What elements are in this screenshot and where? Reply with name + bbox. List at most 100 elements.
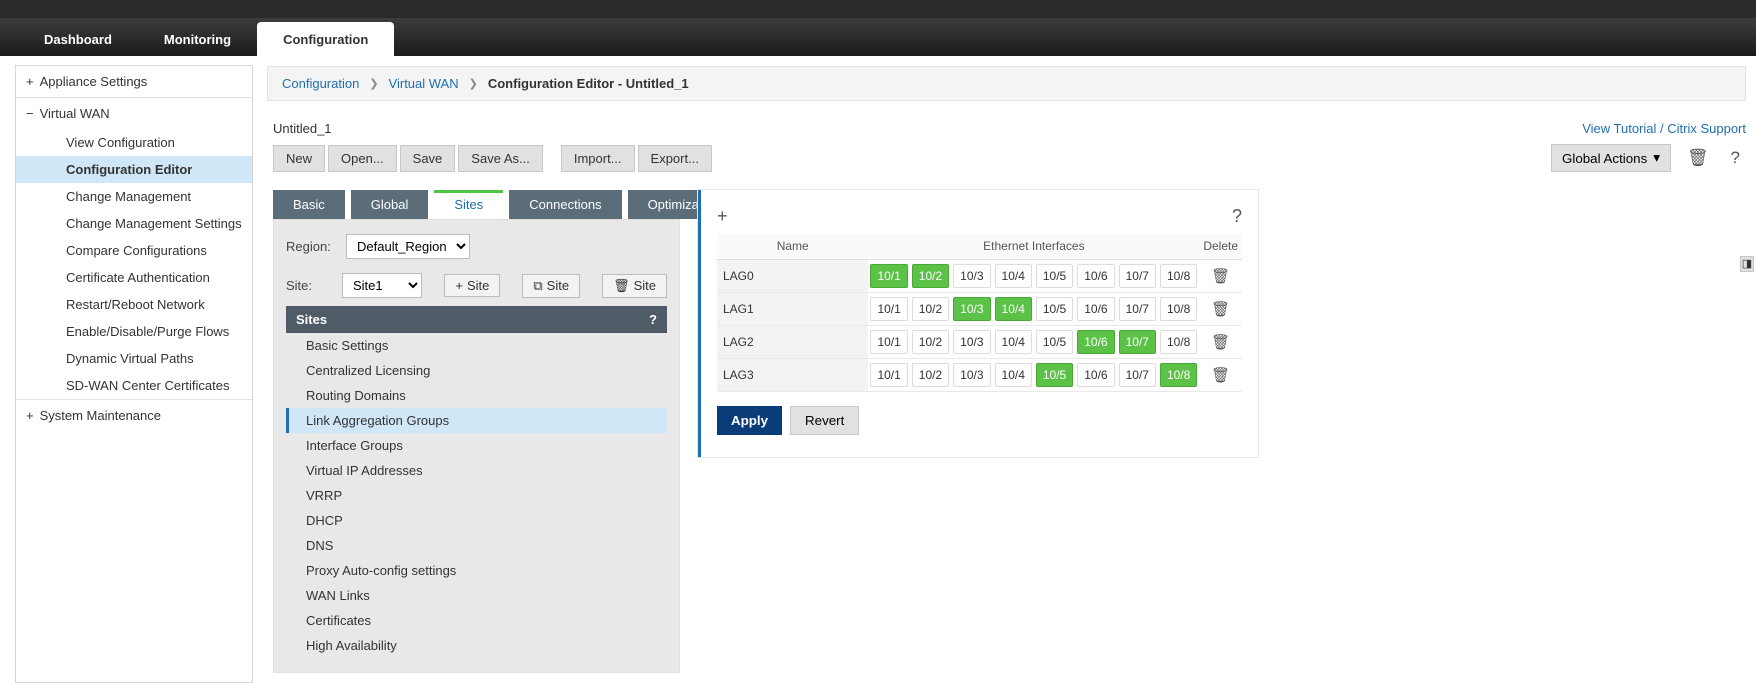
eth-toggle[interactable]: 10/6 — [1077, 264, 1114, 288]
trash-icon[interactable]: 🗑 — [1681, 144, 1715, 172]
sidebar-appliance-settings[interactable]: + Appliance Settings — [16, 66, 252, 97]
eth-toggle[interactable]: 10/7 — [1119, 363, 1156, 387]
tab-configuration[interactable]: Configuration — [257, 22, 394, 56]
top-gradient-bar — [0, 0, 1756, 18]
breadcrumb-configuration[interactable]: Configuration — [282, 76, 359, 91]
plus-icon: + — [26, 74, 34, 89]
eth-toggle[interactable]: 10/8 — [1160, 297, 1197, 321]
export-button[interactable]: Export... — [638, 145, 712, 172]
region-select[interactable]: Default_Region — [346, 234, 470, 259]
ed-tab-basic[interactable]: Basic — [273, 190, 345, 219]
clone-site-button[interactable]: ⧉Site — [522, 274, 580, 298]
trash-icon[interactable]: 🗑 — [1211, 301, 1230, 318]
table-row: LAG110/110/210/310/410/510/610/710/8🗑 — [717, 293, 1242, 326]
eth-toggle[interactable]: 10/2 — [912, 264, 949, 288]
eth-toggle[interactable]: 10/3 — [953, 330, 990, 354]
sidebar-item-view-configuration[interactable]: View Configuration — [16, 129, 252, 156]
eth-toggle[interactable]: 10/5 — [1036, 330, 1073, 354]
button-label: Site — [634, 278, 656, 293]
sidebar-system-maintenance[interactable]: + System Maintenance — [16, 399, 252, 431]
eth-toggle[interactable]: 10/2 — [912, 330, 949, 354]
sidebar-item-change-management[interactable]: Change Management — [16, 183, 252, 210]
ed-tab-sites[interactable]: Sites — [434, 190, 503, 219]
sidebar-item-dynamic-virtual-paths[interactable]: Dynamic Virtual Paths — [16, 345, 252, 372]
eth-toggle[interactable]: 10/1 — [870, 330, 907, 354]
eth-toggle[interactable]: 10/6 — [1077, 297, 1114, 321]
site-menu-certificates[interactable]: Certificates — [286, 608, 667, 633]
site-menu-dhcp[interactable]: DHCP — [286, 508, 667, 533]
sidebar-item-compare-configurations[interactable]: Compare Configurations — [16, 237, 252, 264]
new-button[interactable]: New — [273, 145, 325, 172]
eth-toggle[interactable]: 10/1 — [870, 363, 907, 387]
breadcrumb-current: Configuration Editor - Untitled_1 — [488, 76, 689, 91]
sidebar-item-enable-disable-purge-flows[interactable]: Enable/Disable/Purge Flows — [16, 318, 252, 345]
eth-toggle[interactable]: 10/7 — [1119, 330, 1156, 354]
site-menu-vrrp[interactable]: VRRP — [286, 483, 667, 508]
site-menu-virtual-ip-addresses[interactable]: Virtual IP Addresses — [286, 458, 667, 483]
eth-toggle[interactable]: 10/1 — [870, 264, 907, 288]
eth-toggle[interactable]: 10/2 — [912, 297, 949, 321]
site-menu-wan-links[interactable]: WAN Links — [286, 583, 667, 608]
open-button[interactable]: Open... — [328, 145, 397, 172]
eth-toggle[interactable]: 10/3 — [953, 264, 990, 288]
save-as-button[interactable]: Save As... — [458, 145, 543, 172]
eth-toggle[interactable]: 10/3 — [953, 363, 990, 387]
eth-toggle[interactable]: 10/8 — [1160, 264, 1197, 288]
sidebar-item-sd-wan-center-certificates[interactable]: SD-WAN Center Certificates — [16, 372, 252, 399]
chevron-right-icon: ❯ — [469, 77, 478, 90]
site-menu-dns[interactable]: DNS — [286, 533, 667, 558]
eth-toggle[interactable]: 10/5 — [1036, 363, 1073, 387]
eth-toggle[interactable]: 10/4 — [995, 264, 1032, 288]
tab-dashboard[interactable]: Dashboard — [18, 22, 138, 56]
eth-toggle[interactable]: 10/7 — [1119, 297, 1156, 321]
ed-tab-global[interactable]: Global — [351, 190, 429, 219]
add-site-button[interactable]: +Site — [444, 274, 500, 297]
sidebar-virtual-wan[interactable]: − Virtual WAN — [16, 97, 252, 129]
site-menu-proxy-auto-config-settings[interactable]: Proxy Auto-config settings — [286, 558, 667, 583]
eth-toggle[interactable]: 10/5 — [1036, 264, 1073, 288]
revert-button[interactable]: Revert — [790, 406, 859, 435]
site-menu-basic-settings[interactable]: Basic Settings — [286, 333, 667, 358]
trash-icon[interactable]: 🗑 — [1211, 268, 1230, 285]
trash-icon[interactable]: 🗑 — [1211, 334, 1230, 351]
help-link[interactable]: View Tutorial / Citrix Support — [1582, 121, 1746, 136]
table-row: LAG010/110/210/310/410/510/610/710/8🗑 — [717, 260, 1242, 293]
tab-monitoring[interactable]: Monitoring — [138, 22, 257, 56]
sidebar-item-configuration-editor[interactable]: Configuration Editor — [16, 156, 252, 183]
site-menu-centralized-licensing[interactable]: Centralized Licensing — [286, 358, 667, 383]
left-panel: Basic Global Sites Connections Optimizat… — [273, 190, 680, 673]
eth-toggle[interactable]: 10/4 — [995, 330, 1032, 354]
sidebar-item-certificate-authentication[interactable]: Certificate Authentication — [16, 264, 252, 291]
eth-toggle[interactable]: 10/6 — [1077, 330, 1114, 354]
help-icon[interactable]: ? — [1232, 206, 1242, 227]
site-menu-link-aggregation-groups[interactable]: Link Aggregation Groups — [286, 408, 667, 433]
eth-toggle[interactable]: 10/4 — [995, 363, 1032, 387]
save-button[interactable]: Save — [400, 145, 456, 172]
site-menu-routing-domains[interactable]: Routing Domains — [286, 383, 667, 408]
expand-panel-icon[interactable]: ◨ — [1740, 256, 1754, 272]
eth-toggle[interactable]: 10/8 — [1160, 363, 1197, 387]
site-menu-interface-groups[interactable]: Interface Groups — [286, 433, 667, 458]
site-menu-high-availability[interactable]: High Availability — [286, 633, 667, 658]
eth-toggle[interactable]: 10/8 — [1160, 330, 1197, 354]
ed-tab-connections[interactable]: Connections — [509, 190, 621, 219]
site-select[interactable]: Site1 — [342, 273, 422, 298]
import-button[interactable]: Import... — [561, 145, 635, 172]
global-actions-button[interactable]: Global Actions ▾ — [1551, 144, 1671, 172]
help-icon[interactable]: ? — [1725, 144, 1746, 172]
add-row-icon[interactable]: + — [717, 206, 728, 227]
sidebar-item-change-management-settings[interactable]: Change Management Settings — [16, 210, 252, 237]
sidebar-item-restart-reboot-network[interactable]: Restart/Reboot Network — [16, 291, 252, 318]
eth-toggle[interactable]: 10/6 — [1077, 363, 1114, 387]
eth-toggle[interactable]: 10/7 — [1119, 264, 1156, 288]
help-icon[interactable]: ? — [649, 312, 657, 327]
apply-button[interactable]: Apply — [717, 406, 782, 435]
delete-site-button[interactable]: 🗑Site — [602, 274, 667, 298]
breadcrumb-virtual-wan[interactable]: Virtual WAN — [389, 76, 459, 91]
eth-toggle[interactable]: 10/5 — [1036, 297, 1073, 321]
eth-toggle[interactable]: 10/3 — [953, 297, 990, 321]
trash-icon[interactable]: 🗑 — [1211, 367, 1230, 384]
eth-toggle[interactable]: 10/1 — [870, 297, 907, 321]
eth-toggle[interactable]: 10/4 — [995, 297, 1032, 321]
eth-toggle[interactable]: 10/2 — [912, 363, 949, 387]
